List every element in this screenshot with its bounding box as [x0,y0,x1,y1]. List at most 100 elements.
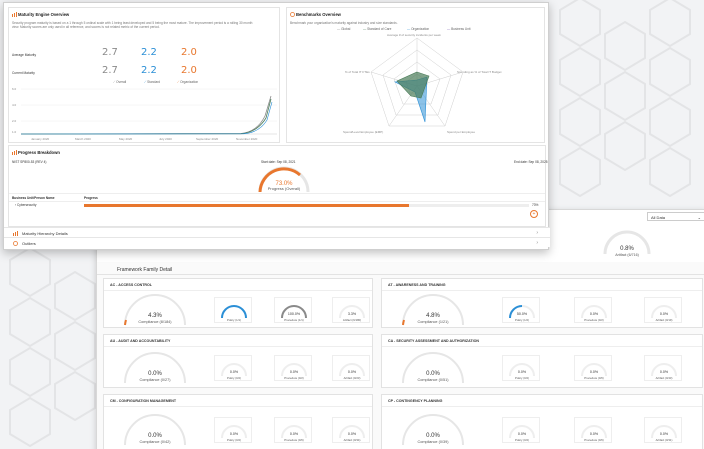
artifact-gauge-label: Artifact (6/716) [615,253,639,257]
data-filter-value: All Data [651,215,666,220]
artifact-mini-card: 0.0% Artifact (0/23) [332,355,370,381]
artifact-label: Artifact (0/23) [344,376,361,380]
y-tick: 4.0 [12,103,17,107]
chevron-right-icon: › [536,230,538,236]
compliance-label: Compliance (8/184) [138,320,172,324]
procedure-mini-card: 0.0% Procedure (0/6) [574,417,612,443]
artifact-gauge: 0.8% Artifact (6/716) [603,230,651,257]
policy-mini-card: 0.0% Policy (0/2) [214,417,252,443]
family-card-title: CP - CONTINGENCY PLANNING [388,399,443,403]
framework-family-heading: Framework Family Detail [117,267,173,273]
divider [382,346,702,347]
panel-description: Benchmark your organization's maturity a… [290,21,398,25]
procedure-value: 0.0% [290,370,299,374]
procedure-mini-card: 0.0% Procedure (0/6) [574,355,612,381]
policy-value: 50.0% [517,312,528,316]
procedure-label: Procedure (0/2) [584,318,604,322]
compliance-gauge: 0.0% Compliance (0/39) [402,414,464,446]
unit-progress-track [84,204,529,207]
divider [382,290,702,291]
compliance-gauge: 0.0% Compliance (0/42) [124,414,186,446]
divider [9,201,545,202]
compliance-value: 0.0% [426,371,440,377]
y-tick: 1.0 [12,130,17,134]
compliance-gauge: 0.0% Compliance (0/51) [402,352,464,384]
artifact-value: 3.3% [348,312,357,316]
radar-axis-label: Spend per Employee [447,130,476,134]
row-label: Maturity Hierarchy Details [22,231,68,236]
compliance-value: 0.0% [148,433,162,439]
legend-organization: — Organization [407,27,430,31]
artifact-value: 0.0% [348,370,357,374]
average-maturity-label: Average Maturity [12,53,37,57]
artifact-gauge-value: 0.8% [620,246,634,252]
procedure-label: Procedure (0/6) [584,376,604,380]
legend-standard-of-care: — Standard of Care [363,27,392,31]
policy-label: Policy (1/1) [227,318,241,322]
procedure-value: 0.0% [590,432,599,436]
expand-icon[interactable]: + [530,210,538,218]
chevron-right-icon: › [536,240,538,246]
current-maturity-label: Current Maturity [12,71,35,75]
x-tick: November 2020 [236,137,258,141]
artifact-mini-card: 3.3% Artifact (6/180) [332,297,370,323]
artifact-value: 0.0% [660,432,669,436]
data-filter-select[interactable]: All Data ⌄ [647,212,704,221]
family-card-cp[interactable]: CP - CONTINGENCY PLANNING 0.0% Complianc… [381,394,703,449]
panel-description: view. Maturity scores are only used in a… [12,25,160,29]
chevron-down-icon: ⌄ [697,215,701,220]
family-card-au[interactable]: AU - AUDIT AND ACCOUNTABILITY 0.0% Compl… [103,334,373,388]
legend-global-label: Global [341,27,351,31]
column-header-progress: Progress [84,196,98,200]
maturity-hierarchy-row[interactable]: Maturity Hierarchy Details › [4,227,550,237]
unit-name: Cybersecurity [16,203,37,207]
y-tick: 6.0 [12,87,17,91]
compliance-label: Compliance (0/42) [139,440,171,444]
compliance-label: Compliance (0/27) [139,378,171,382]
family-card-cm[interactable]: CM - CONFIGURATION MANAGEMENT 0.0% Compl… [103,394,373,449]
policy-label: Policy (0/2) [227,438,241,442]
benchmarks-panel: Benchmarks Overview Benchmark your organ… [286,7,545,143]
y-tick: 2.0 [12,119,17,123]
artifact-value: 0.0% [660,370,669,374]
benchmark-icon [290,12,295,17]
legend-standard: ⟋ Standard [144,80,161,84]
compliance-gauge: 0.0% Compliance (0/27) [124,352,186,384]
policy-value: 0.0% [518,370,527,374]
legend-business-unit: — Business Unit [447,27,471,31]
artifact-mini-card: 0.0% Artifact (0/19) [644,297,682,323]
outliers-icon [13,241,18,246]
policy-label: Policy (0/2) [515,376,529,380]
divider [9,193,545,194]
average-organization-value: 2.0 [181,47,197,58]
family-card-ca[interactable]: CA - SECURITY ASSESSMENT AND AUTHORIZATI… [381,334,703,388]
procedure-value: 0.0% [590,312,599,316]
policy-mini-card: 0.0% Policy (0/2) [214,355,252,381]
procedure-mini-card: 100.0% Procedure (1/1) [274,297,312,323]
legend-global: — Global [337,27,351,31]
compliance-label: Compliance (0/51) [417,378,449,382]
standard-name: NIST SP800-53 (REV 4) [12,160,47,164]
procedure-value: 0.0% [590,370,599,374]
x-tick: July 2020 [159,137,172,141]
procedure-label: Procedure (1/1) [284,318,304,322]
policy-mini-card: 0.0% Policy (0/2) [502,355,540,381]
policy-value: 0.0% [230,432,239,436]
artifact-mini-card: 0.0% Artifact (0/34) [332,417,370,443]
policy-value: 0.0% [230,370,239,374]
procedure-value: 0.0% [290,432,299,436]
outliers-row[interactable]: Outliers › [4,237,550,247]
x-tick: March 2020 [75,137,91,141]
x-tick: January 2020 [31,137,50,141]
family-card-ac[interactable]: AC - ACCESS CONTROL 4.3% Compliance (8/1… [103,278,373,328]
unit-progress-value: 73% [532,203,539,207]
divider [104,406,372,407]
organization-series-line [21,101,273,135]
family-card-at[interactable]: AT - AWARENESS AND TRAINING 4.8% Complia… [381,278,703,328]
policy-label: Policy (0/2) [515,438,529,442]
family-card-title: CM - CONFIGURATION MANAGEMENT [110,399,177,403]
current-standard-value: 2.2 [141,65,157,76]
policy-label: Policy (0/2) [227,376,241,380]
unit-row-name[interactable]: › Cybersecurity [15,203,36,207]
current-organization-value: 2.0 [181,65,197,76]
